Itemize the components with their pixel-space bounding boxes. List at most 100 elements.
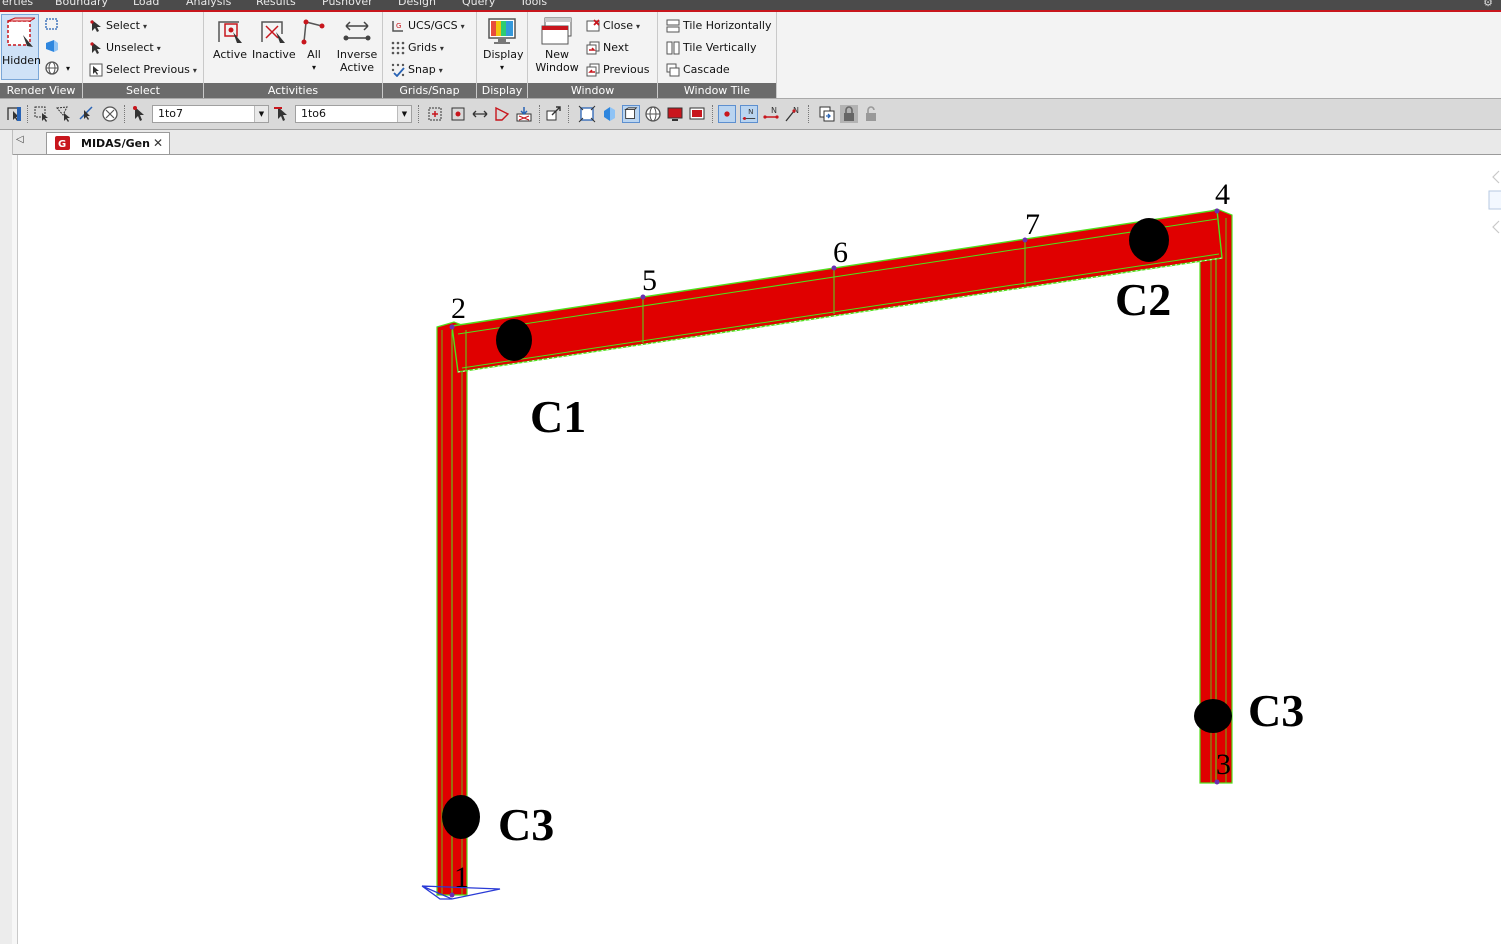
node-number-combo[interactable]: 1to7 ▼ — [152, 105, 269, 123]
node-combo-arrow-icon[interactable]: ▼ — [254, 106, 268, 122]
menu-bar: erties Boundary Load Analysis Results Pu… — [0, 0, 1501, 12]
snap-button[interactable]: Snap ▾ — [391, 60, 443, 80]
menu-query[interactable]: Query — [462, 0, 495, 8]
select-by-identify-icon[interactable] — [426, 105, 444, 123]
tab-midas-gen[interactable]: G MIDAS/Gen ✕ — [46, 132, 170, 154]
active-button[interactable]: Active — [212, 14, 248, 61]
node-label-2: 2 — [451, 292, 466, 325]
select-length-icon[interactable] — [471, 105, 489, 123]
inactive-button[interactable]: Inactive — [252, 14, 296, 61]
hidden-toggle-icon[interactable] — [622, 105, 640, 123]
ucs-gcs-button[interactable]: G UCS/GCS ▾ — [391, 16, 465, 36]
hidden-button[interactable]: Hidden — [1, 14, 41, 80]
window-group: New Window Close ▾ Next Previous Window — [528, 12, 658, 98]
close-window-button[interactable]: Close ▾ — [586, 16, 640, 36]
tab-scroll-left-icon[interactable]: ◁ — [16, 134, 24, 145]
render-dropdown-icon[interactable]: ▾ — [66, 64, 70, 73]
close-dropdown-icon: ▾ — [635, 22, 640, 31]
connection-marker-c2 — [1129, 218, 1169, 262]
tile-vertically-button[interactable]: Tile Vertically — [666, 38, 757, 58]
display-button[interactable]: Display ▾ — [483, 14, 524, 74]
grid-icon — [391, 41, 405, 55]
inverse-active-button[interactable]: Inverse Active — [334, 14, 380, 74]
connection-label-c3-left: C3 — [498, 799, 554, 850]
menu-pushover[interactable]: Pushover — [322, 0, 373, 8]
all-button[interactable]: All ▾ — [300, 14, 328, 74]
select-polygon-icon[interactable] — [55, 105, 73, 123]
active-label: Active — [212, 48, 248, 61]
window-tile-group-title: Window Tile — [658, 83, 776, 98]
display-window-icon[interactable] — [688, 105, 706, 123]
element-combo-arrow-icon[interactable]: ▼ — [397, 106, 411, 122]
select-intersect-icon[interactable] — [78, 105, 96, 123]
display-group-title: Display — [477, 83, 527, 98]
lock-open-icon[interactable] — [862, 105, 880, 123]
render-view-group: Hidden ▾ Render View — [0, 12, 83, 98]
view-point-icon[interactable] — [600, 105, 618, 123]
element-number-toggle-icon[interactable]: N — [740, 105, 758, 123]
model-viewport[interactable]: 1 2 3 4 5 6 7 C1 C2 C3 C3 — [18, 155, 1501, 944]
globe-view-icon[interactable] — [44, 60, 60, 76]
display-red-icon[interactable] — [666, 105, 684, 123]
new-window-button[interactable]: New Window — [532, 14, 582, 74]
select-by-property-icon[interactable] — [449, 105, 467, 123]
node-number-toggle-icon[interactable] — [718, 105, 736, 123]
next-label: Next — [603, 41, 629, 54]
close-tab-icon[interactable]: ✕ — [153, 136, 163, 150]
unselect-button[interactable]: Unselect ▾ — [89, 38, 161, 58]
previous-window-button[interactable]: Previous — [586, 60, 650, 80]
cascade-icon — [666, 63, 680, 77]
select-single-icon[interactable] — [5, 105, 23, 123]
wireframe-icon[interactable] — [44, 16, 60, 32]
cascade-button[interactable]: Cascade — [666, 60, 730, 80]
element-label-icon[interactable]: N — [762, 105, 780, 123]
cascade-label: Cascade — [683, 63, 730, 76]
node-select-arrow-icon[interactable] — [130, 105, 148, 123]
toolbar-separator — [808, 105, 810, 123]
grids-button[interactable]: Grids ▾ — [391, 38, 444, 58]
shading-icon[interactable] — [44, 38, 60, 54]
lock-closed-icon[interactable] — [840, 105, 858, 123]
roof-beam-member[interactable] — [451, 209, 1223, 373]
menu-properties[interactable]: erties — [2, 0, 33, 8]
node-marker-2[interactable] — [449, 324, 455, 330]
menu-load[interactable]: Load — [133, 0, 159, 8]
select-polyline-icon[interactable] — [493, 105, 511, 123]
select-previous-button[interactable]: Select Previous ▾ — [89, 60, 197, 80]
view-cube-icon[interactable] — [1487, 169, 1501, 235]
tile-horizontally-label: Tile Horizontally — [683, 19, 772, 32]
menu-results[interactable]: Results — [256, 0, 296, 8]
next-window-button[interactable]: Next — [586, 38, 629, 58]
element-number-combo[interactable]: 1to6 ▼ — [295, 105, 412, 123]
frame-model-canvas[interactable]: 1 2 3 4 5 6 7 C1 C2 C3 C3 — [18, 155, 1501, 944]
element-number-value: 1to6 — [301, 107, 327, 120]
perspective-globe-icon[interactable] — [644, 105, 662, 123]
menu-boundary[interactable]: Boundary — [55, 0, 108, 8]
zoom-fit-icon[interactable] — [578, 105, 596, 123]
select-plane-icon[interactable] — [101, 105, 119, 123]
connection-label-c2: C2 — [1115, 274, 1171, 325]
copy-view-icon[interactable] — [818, 105, 836, 123]
node-label-1: 1 — [454, 861, 469, 894]
settings-gear-icon[interactable]: ⚙ — [1483, 0, 1493, 9]
redraw-icon[interactable] — [545, 105, 563, 123]
menu-design[interactable]: Design — [398, 0, 436, 8]
node-label-5: 5 — [642, 264, 657, 297]
render-view-group-title: Render View — [0, 83, 82, 98]
active-icon — [218, 21, 242, 43]
tab-label: MIDAS/Gen — [81, 137, 150, 150]
element-select-arrow-icon[interactable] — [273, 105, 291, 123]
select-dropdown-icon: ▾ — [142, 22, 147, 31]
close-window-icon — [586, 19, 600, 32]
menu-tools[interactable]: Tools — [520, 0, 547, 8]
node-label-icon[interactable]: N — [784, 105, 802, 123]
activities-group: Active Inactive All ▾ Inverse Active Act… — [204, 12, 383, 98]
tile-horizontally-button[interactable]: Tile Horizontally — [666, 16, 772, 36]
all-icon — [301, 19, 325, 45]
select-button[interactable]: Select ▾ — [89, 16, 147, 36]
select-all-icon[interactable] — [515, 105, 533, 123]
menu-analysis[interactable]: Analysis — [186, 0, 231, 8]
connection-label-c1: C1 — [530, 391, 586, 442]
select-window-icon[interactable] — [33, 105, 51, 123]
ucs-icon: G — [392, 21, 403, 32]
